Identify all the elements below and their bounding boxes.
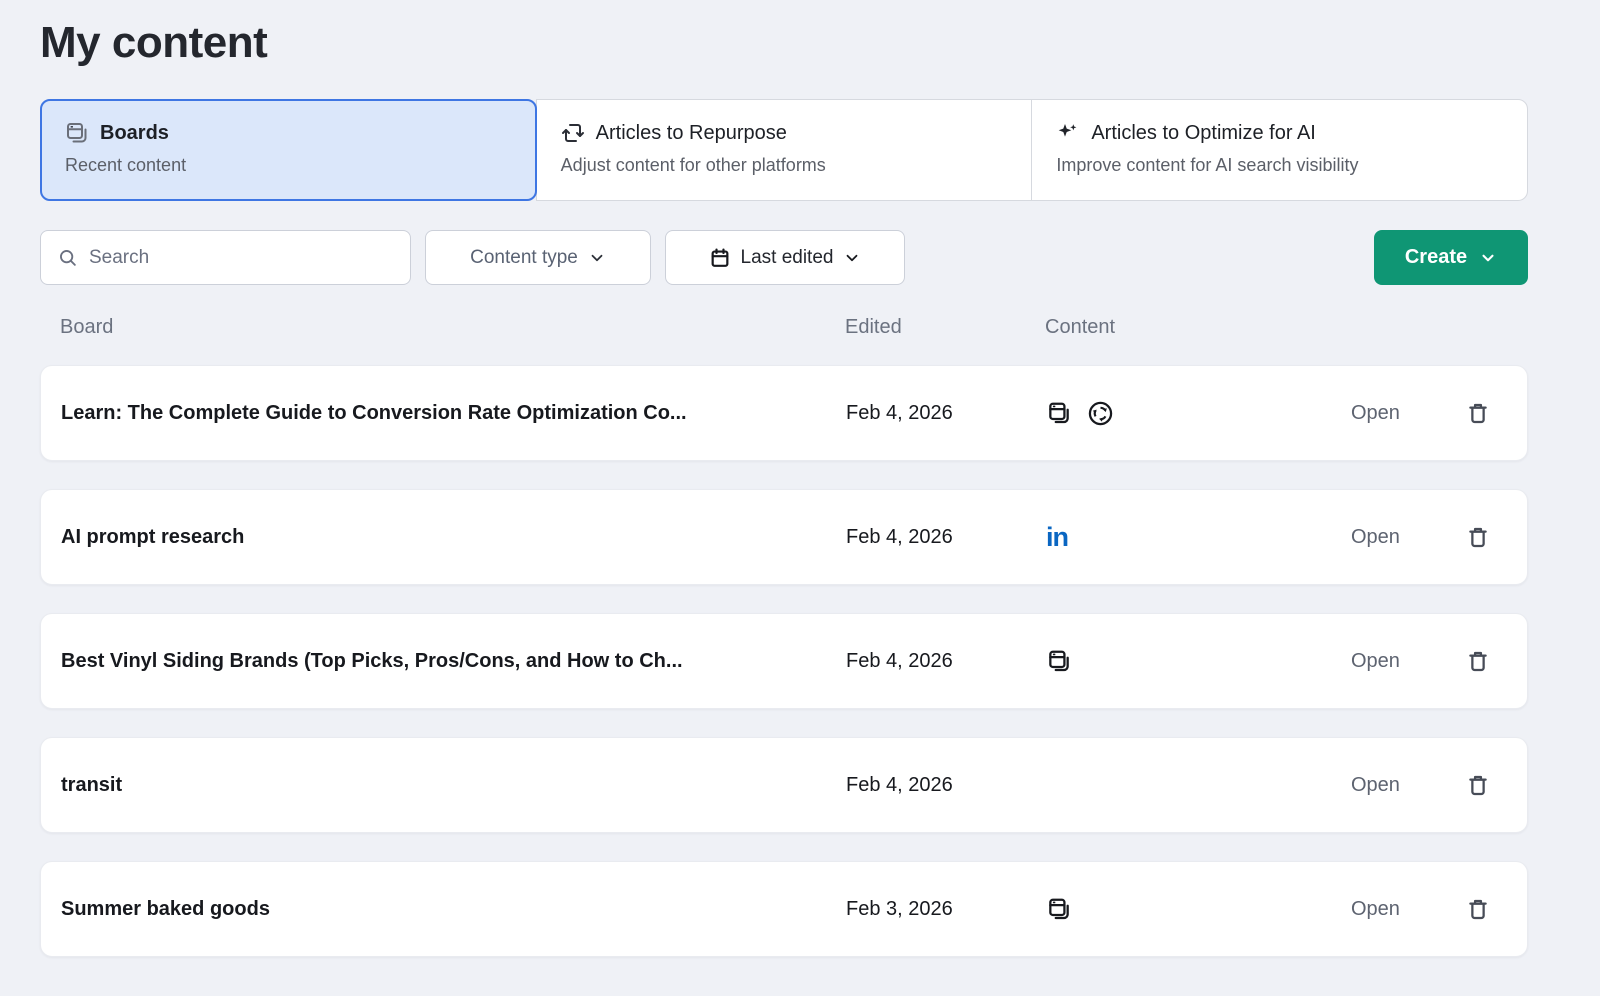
delete-button[interactable] [1465,400,1491,426]
chevron-down-icon [588,249,606,267]
column-header-content: Content [1045,316,1350,339]
board-icon [1046,648,1072,674]
chevron-down-icon [843,249,861,267]
last-edited-label: Last edited [741,247,834,269]
table-row[interactable]: transit Feb 4, 2026 Open [40,737,1528,833]
repurpose-icon [561,121,585,145]
tab-articles-to-optimize[interactable]: Articles to Optimize for AI Improve cont… [1031,99,1528,201]
column-header-edited: Edited [845,316,1045,339]
edited-date: Feb 3, 2026 [846,898,1046,921]
board-title: AI prompt research [61,526,846,549]
globe-arrows-icon [1087,400,1114,427]
boards-icon [65,121,89,145]
tab-optimize-label: Articles to Optimize for AI [1091,122,1316,145]
edited-date: Feb 4, 2026 [846,402,1046,425]
table-row[interactable]: Summer baked goods Feb 3, 2026 Open [40,861,1528,957]
trash-icon [1465,524,1491,550]
toolbar: Content type Last edited [40,230,1528,285]
board-title: Best Vinyl Siding Brands (Top Picks, Pro… [61,650,846,673]
tab-boards[interactable]: Boards Recent content [40,99,537,201]
column-header-board: Board [60,316,845,339]
board-list: Learn: The Complete Guide to Conversion … [40,365,1528,957]
content-icons [1046,400,1351,427]
create-button[interactable]: Create [1374,230,1528,285]
edited-date: Feb 4, 2026 [846,774,1046,797]
calendar-icon [709,247,731,269]
table-header: Board Edited Content [40,305,1528,349]
board-title: Learn: The Complete Guide to Conversion … [61,402,846,425]
tab-boards-subtitle: Recent content [65,155,512,176]
table-row[interactable]: Learn: The Complete Guide to Conversion … [40,365,1528,461]
my-content-page: My content Boards Recent content [0,0,1600,957]
content-icons: in [1046,524,1351,551]
board-title: transit [61,774,846,797]
last-edited-dropdown[interactable]: Last edited [665,230,905,285]
tab-repurpose-subtitle: Adjust content for other platforms [561,155,1008,176]
board-title: Summer baked goods [61,898,846,921]
chevron-down-icon [1479,249,1497,267]
trash-icon [1465,400,1491,426]
page-title: My content [40,18,1528,68]
open-link[interactable]: Open [1351,774,1431,797]
linkedin-icon: in [1046,524,1068,551]
delete-button[interactable] [1465,524,1491,550]
table-row[interactable]: Best Vinyl Siding Brands (Top Picks, Pro… [40,613,1528,709]
board-icon [1046,400,1072,426]
open-link[interactable]: Open [1351,526,1431,549]
delete-button[interactable] [1465,896,1491,922]
search-icon [57,247,79,269]
content-icons [1046,896,1351,922]
edited-date: Feb 4, 2026 [846,650,1046,673]
tab-repurpose-label: Articles to Repurpose [596,122,787,145]
edited-date: Feb 4, 2026 [846,526,1046,549]
board-icon [1046,896,1072,922]
tab-optimize-subtitle: Improve content for AI search visibility [1056,155,1503,176]
delete-button[interactable] [1465,648,1491,674]
trash-icon [1465,772,1491,798]
content-type-dropdown[interactable]: Content type [425,230,651,285]
content-tabs: Boards Recent content Articles to Repurp… [40,99,1528,201]
open-link[interactable]: Open [1351,650,1431,673]
trash-icon [1465,896,1491,922]
sparkles-icon [1056,121,1080,145]
delete-button[interactable] [1465,772,1491,798]
search-box[interactable] [40,230,411,285]
table-row[interactable]: AI prompt research Feb 4, 2026 in Open [40,489,1528,585]
content-type-label: Content type [470,247,578,269]
tab-articles-to-repurpose[interactable]: Articles to Repurpose Adjust content for… [536,99,1033,201]
open-link[interactable]: Open [1351,402,1431,425]
content-icons [1046,648,1351,674]
search-input[interactable] [89,247,394,269]
open-link[interactable]: Open [1351,898,1431,921]
trash-icon [1465,648,1491,674]
create-button-label: Create [1405,246,1467,269]
tab-boards-label: Boards [100,122,169,145]
